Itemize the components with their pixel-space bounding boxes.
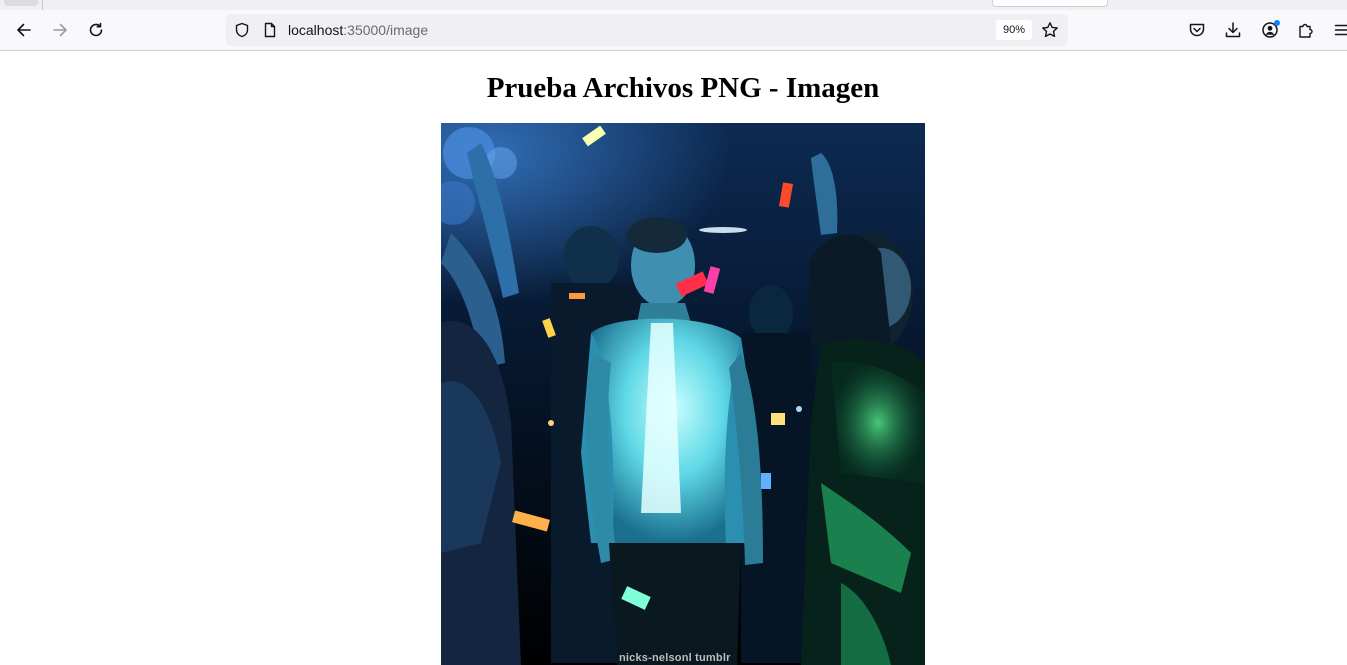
url-text[interactable]: localhost:35000/image bbox=[288, 22, 428, 38]
back-button[interactable] bbox=[10, 16, 38, 44]
pocket-icon bbox=[1189, 23, 1205, 37]
tracking-protection-shield-icon[interactable] bbox=[234, 22, 250, 38]
application-menu-button[interactable] bbox=[1331, 19, 1347, 41]
party-scene-image bbox=[441, 123, 925, 665]
pocket-button[interactable] bbox=[1186, 19, 1208, 41]
url-bar[interactable]: localhost:35000/image 90% bbox=[226, 14, 1068, 46]
reload-icon bbox=[89, 22, 103, 37]
page-document-icon[interactable] bbox=[262, 22, 278, 38]
tab-separator bbox=[42, 0, 43, 10]
url-host: localhost bbox=[288, 22, 344, 38]
navigation-toolbar: localhost:35000/image 90% bbox=[0, 10, 1347, 51]
browser-tab[interactable] bbox=[4, 0, 38, 6]
extensions-puzzle-icon bbox=[1299, 23, 1313, 38]
downloads-button[interactable] bbox=[1222, 19, 1244, 41]
image-watermark: nicks-nelsonl tumblr bbox=[619, 652, 731, 664]
url-path: :35000/image bbox=[343, 22, 429, 38]
page-content: Prueba Archivos PNG - Imagen nicks-nelso… bbox=[0, 51, 1347, 665]
bookmark-star-icon bbox=[1042, 22, 1058, 38]
download-icon bbox=[1225, 22, 1241, 38]
zoom-level-button[interactable]: 90% bbox=[996, 20, 1032, 40]
page-title: Prueba Archivos PNG - Imagen bbox=[486, 72, 880, 104]
hamburger-menu-icon bbox=[1334, 24, 1347, 36]
bookmark-button[interactable] bbox=[1040, 20, 1060, 40]
account-button[interactable] bbox=[1259, 19, 1281, 41]
forward-button[interactable] bbox=[46, 16, 74, 44]
back-arrow-icon bbox=[17, 23, 31, 37]
tab-strip bbox=[0, 0, 1347, 10]
tab-preview-popup bbox=[992, 0, 1108, 7]
reload-button[interactable] bbox=[82, 16, 110, 44]
extensions-button[interactable] bbox=[1295, 19, 1317, 41]
account-notification-dot bbox=[1274, 20, 1280, 26]
forward-arrow-icon bbox=[53, 23, 67, 37]
party-photo: nicks-nelsonl tumblr bbox=[441, 123, 925, 665]
